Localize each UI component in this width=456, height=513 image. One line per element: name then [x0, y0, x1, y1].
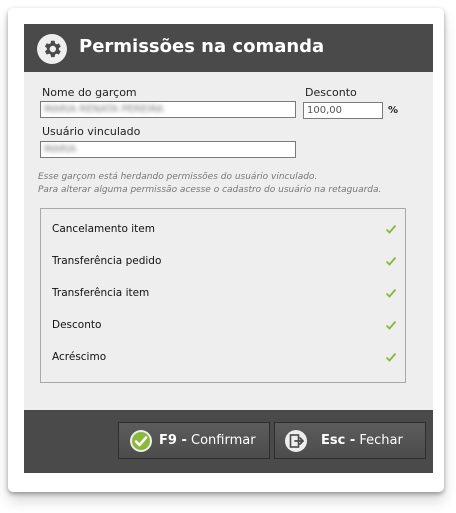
- list-item: Acréscimo: [52, 348, 397, 368]
- close-shortcut: Esc -: [321, 433, 356, 448]
- close-label: Fechar: [359, 433, 403, 448]
- check-icon: [385, 256, 397, 266]
- check-circle-icon: [130, 430, 152, 452]
- discount-value: 100,00: [307, 105, 342, 116]
- permission-label: Cancelamento item: [52, 223, 155, 235]
- permission-label: Transferência item: [52, 287, 150, 299]
- permission-label: Acréscimo: [52, 351, 107, 363]
- exit-door-icon: [285, 430, 307, 452]
- list-item: Cancelamento item: [52, 220, 397, 240]
- discount-field[interactable]: 100,00: [303, 102, 383, 119]
- dialog-title: Permissões na comanda: [79, 36, 325, 57]
- waiter-name-field[interactable]: MARIA RENATA PEREIRA: [40, 101, 296, 118]
- check-icon: [385, 320, 397, 330]
- list-item: Desconto: [52, 316, 397, 336]
- dialog-header: Permissões na comanda: [24, 24, 433, 72]
- percent-symbol: %: [388, 105, 399, 116]
- list-item: Transferência pedido: [52, 252, 397, 272]
- permissions-list: Cancelamento item Transferência pedido T…: [40, 208, 406, 383]
- confirm-shortcut: F9 -: [159, 433, 187, 448]
- confirm-button[interactable]: F9 - Confirmar: [118, 422, 270, 459]
- inherit-note-line2: Para alterar alguma permissão acesse o c…: [38, 185, 382, 195]
- linked-user-label: Usuário vinculado: [42, 125, 141, 138]
- gear-icon: [37, 34, 67, 64]
- permission-label: Desconto: [52, 319, 102, 331]
- close-button[interactable]: Esc - Fechar: [274, 422, 426, 459]
- linked-user-value: MARIA: [44, 144, 77, 155]
- discount-label: Desconto: [305, 86, 357, 99]
- confirm-label: Confirmar: [191, 433, 256, 448]
- permissions-dialog: Permissões na comanda Nome do garçom MAR…: [24, 24, 433, 473]
- waiter-name-value: MARIA RENATA PEREIRA: [44, 104, 164, 115]
- check-icon: [385, 224, 397, 234]
- dialog-footer: F9 - Confirmar Esc - Fechar: [24, 410, 433, 473]
- linked-user-field[interactable]: MARIA: [40, 141, 296, 158]
- inherit-note-line1: Esse garçom está herdando permissões do …: [38, 172, 318, 182]
- check-icon: [385, 352, 397, 362]
- waiter-name-label: Nome do garçom: [42, 86, 137, 99]
- permission-label: Transferência pedido: [52, 255, 162, 267]
- list-item: Transferência item: [52, 284, 397, 304]
- check-icon: [385, 288, 397, 298]
